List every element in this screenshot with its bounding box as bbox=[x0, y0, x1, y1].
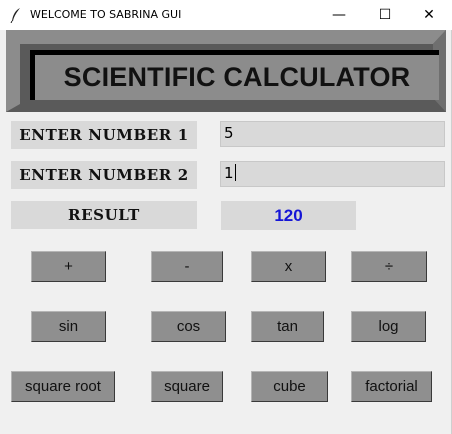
feather-icon bbox=[10, 8, 20, 23]
multiply-button[interactable]: x bbox=[251, 251, 326, 282]
banner-frame: SCIENTIFIC CALCULATOR bbox=[6, 30, 446, 112]
number1-value: 5 bbox=[224, 124, 234, 142]
result-value: 120 bbox=[221, 201, 356, 230]
cos-button[interactable]: cos bbox=[151, 311, 226, 342]
number1-input[interactable]: 5 bbox=[220, 121, 445, 147]
number2-value: 1 bbox=[224, 164, 234, 182]
close-button[interactable]: ✕ bbox=[406, 0, 452, 30]
square-root-button[interactable]: square root bbox=[11, 371, 115, 402]
log-button[interactable]: log bbox=[351, 311, 426, 342]
add-button[interactable]: + bbox=[31, 251, 106, 282]
number2-label: ENTER NUMBER 2 bbox=[11, 161, 197, 189]
square-button[interactable]: square bbox=[151, 371, 223, 402]
number1-label: ENTER NUMBER 1 bbox=[11, 121, 197, 149]
result-label: RESULT bbox=[11, 201, 197, 229]
minimize-button[interactable]: — bbox=[316, 0, 362, 30]
window-title: WELCOME TO SABRINA GUI bbox=[30, 8, 182, 21]
tan-button[interactable]: tan bbox=[251, 311, 324, 342]
sin-button[interactable]: sin bbox=[31, 311, 106, 342]
divide-button[interactable]: ÷ bbox=[351, 251, 427, 282]
calculator-window: WELCOME TO SABRINA GUI — ☐ ✕ SCIENTIFIC … bbox=[0, 0, 452, 434]
factorial-button[interactable]: factorial bbox=[351, 371, 432, 402]
page-title: SCIENTIFIC CALCULATOR bbox=[30, 50, 439, 100]
subtract-button[interactable]: - bbox=[151, 251, 223, 282]
number2-input[interactable]: 1 bbox=[220, 161, 445, 187]
text-caret bbox=[234, 164, 236, 181]
title-bar[interactable]: WELCOME TO SABRINA GUI — ☐ ✕ bbox=[0, 0, 452, 30]
maximize-button[interactable]: ☐ bbox=[362, 0, 408, 30]
cube-button[interactable]: cube bbox=[251, 371, 328, 402]
